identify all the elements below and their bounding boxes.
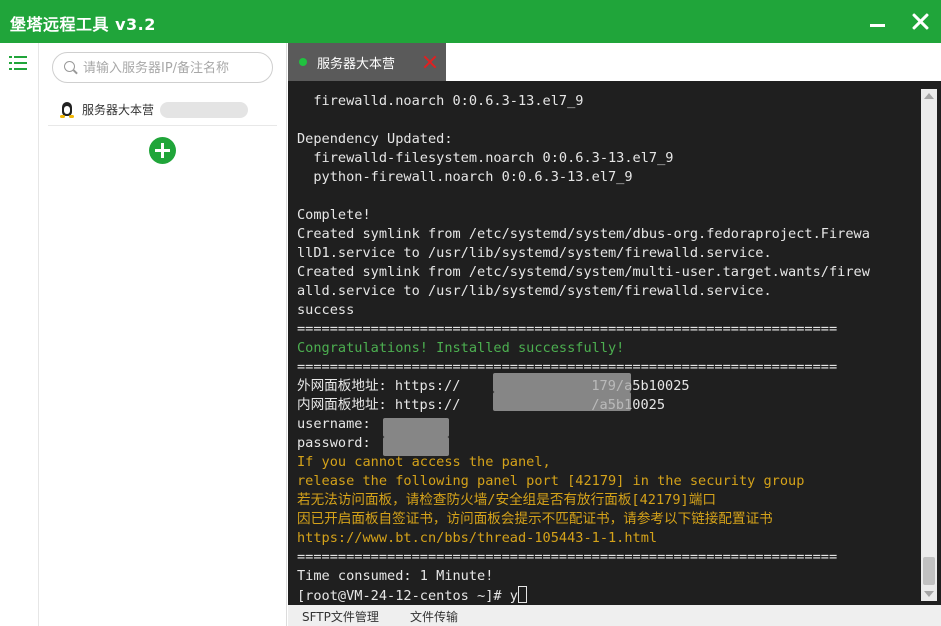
- app-title: 堡塔远程工具 v3.2: [10, 15, 156, 34]
- title-bar: 堡塔远程工具 v3.2: [0, 0, 941, 43]
- icon-strip: [0, 43, 39, 626]
- close-icon[interactable]: [904, 6, 936, 38]
- server-name: 服务器大本营: [82, 103, 155, 117]
- terminal-line: Created symlink from /etc/systemd/system…: [297, 263, 919, 282]
- terminal-line: release the following panel port [42179]…: [297, 472, 919, 491]
- terminal-line-text: ========================================…: [297, 549, 838, 565]
- terminal-line-text: firewalld-filesystem.noarch 0:0.6.3-13.e…: [297, 150, 674, 166]
- terminal-line-text: https://www.bt.cn/bbs/thread-105443-1-1.…: [297, 530, 658, 546]
- terminal-output: firewalld.noarch 0:0.6.3-13.el7_9 Depende…: [297, 92, 919, 605]
- redacted-username: [383, 418, 449, 437]
- terminal-line-text: release the following panel port [42179]…: [297, 473, 805, 489]
- terminal-line: llD1.service to /usr/lib/systemd/system/…: [297, 244, 919, 263]
- terminal-line-text: Created symlink from /etc/systemd/system…: [297, 264, 870, 280]
- redacted-ip: [493, 373, 631, 392]
- close-icon[interactable]: [422, 54, 438, 70]
- terminal-line: Complete!: [297, 206, 919, 225]
- tab-sftp-file-manager[interactable]: SFTP文件管理: [302, 608, 379, 625]
- server-list-panel: 服务器大本营: [40, 43, 287, 626]
- search-box: [52, 52, 273, 83]
- redacted-password: [383, 437, 449, 456]
- terminal-line: ========================================…: [297, 320, 919, 339]
- terminal-line: 因已开启面板自签证书，访问面板会提示不匹配证书，请参考以下链接配置证书: [297, 510, 919, 529]
- terminal-line-text: firewalld.noarch 0:0.6.3-13.el7_9: [297, 93, 584, 109]
- scroll-thumb[interactable]: [923, 557, 935, 585]
- terminal-line-text: Congratulations! Installed successfully!: [297, 340, 625, 356]
- linux-tux-icon: [60, 102, 74, 118]
- terminal-line-text: Dependency Updated:: [297, 131, 453, 147]
- terminal-line: alld.service to /usr/lib/systemd/system/…: [297, 282, 919, 301]
- server-list-item[interactable]: 服务器大本营: [48, 93, 277, 126]
- terminal-line: Created symlink from /etc/systemd/system…: [297, 225, 919, 244]
- list-icon[interactable]: [9, 55, 29, 71]
- terminal-line: [root@VM-24-12-centos ~]# y: [297, 586, 919, 605]
- terminal-line-text: success: [297, 302, 355, 318]
- terminal-line-text: alld.service to /usr/lib/systemd/system/…: [297, 283, 772, 299]
- terminal-line: Congratulations! Installed successfully!: [297, 339, 919, 358]
- terminal-line-text: [root@VM-24-12-centos ~]# y: [297, 588, 518, 604]
- terminal-line-text: python-firewall.noarch 0:0.6.3-13.el7_9: [297, 169, 633, 185]
- terminal-line-text: 若无法访问面板，请检查防火墙/安全组是否有放行面板[42179]端口: [297, 492, 716, 508]
- tab-file-transfer[interactable]: 文件传输: [410, 608, 458, 625]
- scroll-up-arrow-icon[interactable]: [924, 93, 934, 99]
- redacted-ip: [160, 102, 248, 118]
- terminal-line-text: username:: [297, 416, 371, 432]
- minimize-icon[interactable]: [862, 6, 894, 38]
- terminal-line-text: If you cannot access the panel,: [297, 454, 551, 470]
- terminal-line-text: ========================================…: [297, 321, 838, 337]
- terminal-line-text: password:: [297, 435, 371, 451]
- terminal-line: firewalld-filesystem.noarch 0:0.6.3-13.e…: [297, 149, 919, 168]
- search-input[interactable]: [83, 58, 268, 78]
- terminal-line-text: llD1.service to /usr/lib/systemd/system/…: [297, 245, 772, 261]
- terminal[interactable]: firewalld.noarch 0:0.6.3-13.el7_9 Depende…: [288, 81, 941, 605]
- terminal-line: Dependency Updated:: [297, 130, 919, 149]
- terminal-line-text: Created symlink from /etc/systemd/system…: [297, 226, 870, 242]
- plus-circle-icon[interactable]: [149, 137, 176, 164]
- terminal-line-text: 因已开启面板自签证书，访问面板会提示不匹配证书，请参考以下链接配置证书: [297, 511, 773, 527]
- terminal-line-text: Time consumed: 1 Minute!: [297, 568, 494, 584]
- terminal-line: https://www.bt.cn/bbs/thread-105443-1-1.…: [297, 529, 919, 548]
- terminal-line: ========================================…: [297, 548, 919, 567]
- scroll-down-arrow-icon[interactable]: [924, 591, 934, 597]
- terminal-line: firewalld.noarch 0:0.6.3-13.el7_9: [297, 92, 919, 111]
- terminal-line: python-firewall.noarch 0:0.6.3-13.el7_9: [297, 168, 919, 187]
- redacted-ip: [493, 392, 631, 411]
- terminal-line: Time consumed: 1 Minute!: [297, 567, 919, 586]
- tab-server[interactable]: 服务器大本营: [288, 43, 446, 81]
- terminal-line: 若无法访问面板，请检查防火墙/安全组是否有放行面板[42179]端口: [297, 491, 919, 510]
- terminal-line-text: Complete!: [297, 207, 371, 223]
- bottom-tab-bar: SFTP文件管理 文件传输: [288, 605, 941, 626]
- session-tab-bar: 服务器大本营: [288, 43, 941, 81]
- terminal-scrollbar[interactable]: [921, 89, 937, 601]
- tab-label: 服务器大本营: [317, 57, 396, 72]
- terminal-line: success: [297, 301, 919, 320]
- search-icon: [64, 61, 75, 72]
- terminal-cursor: [517, 586, 527, 603]
- status-dot: [299, 58, 307, 66]
